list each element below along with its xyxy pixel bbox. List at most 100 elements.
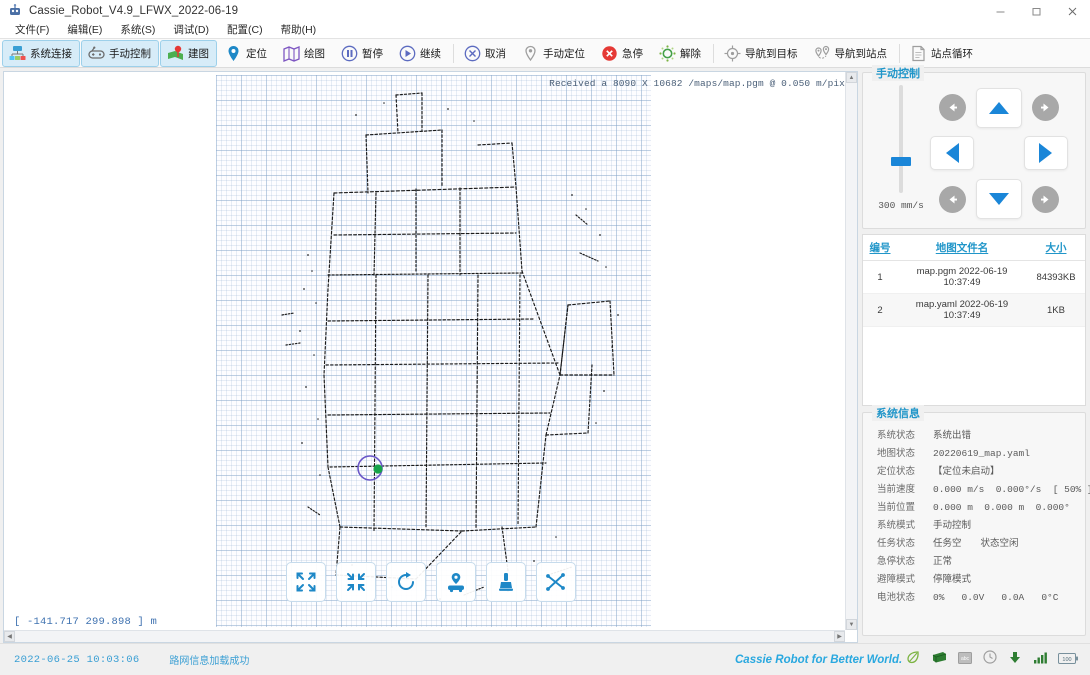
toolbar-button-draw-map[interactable]: 绘图 (276, 40, 333, 67)
system-info-row-system-status: 系统状态 系统出错 (869, 427, 1079, 441)
toolbar-button-release[interactable]: 解除 (652, 40, 709, 67)
main-body: Received a 8090 X 10682 /maps/map.pgm @ … (0, 65, 1090, 643)
map-tool-path-edit[interactable] (535, 562, 576, 602)
toolbar-label: 导航到目标 (745, 47, 798, 60)
toolbar-label: 手动定位 (543, 47, 585, 60)
emergency-stop-icon (600, 44, 619, 63)
set-robot-pose-icon (447, 573, 464, 593)
menu-file[interactable]: 文件(F) (6, 22, 58, 39)
backward-button[interactable] (975, 179, 1022, 220)
signal-icon[interactable] (1033, 651, 1047, 669)
toolbar-button-cancel[interactable]: 取消 (457, 40, 514, 67)
map-tool-rotate-reset[interactable] (385, 562, 426, 602)
scroll-left-arrow[interactable]: ◀ (4, 631, 15, 642)
maximize-button[interactable] (1018, 0, 1054, 22)
toolbar-button-manual-control[interactable]: 手动控制 (81, 39, 159, 67)
map-tool-set-robot-pose[interactable] (435, 562, 476, 602)
toolbar-button-localization[interactable]: 定位 (218, 40, 275, 67)
map-vertical-scrollbar[interactable]: ▲ ▼ (845, 72, 857, 630)
map-file-table[interactable]: 编号 地图文件名 大小 1 map.pgm 2022-06-19 10:37:4… (862, 234, 1086, 406)
zoom-out-fit-icon (296, 572, 315, 592)
map-view[interactable]: Received a 8090 X 10682 /maps/map.pgm @ … (3, 71, 858, 643)
speed-slider-thumb[interactable] (891, 157, 911, 166)
toolbar-button-station-loop[interactable]: 站点循环 (903, 40, 981, 67)
toolbar-label: 定位 (246, 47, 267, 60)
toolbar-separator (713, 43, 714, 63)
app-icon (7, 3, 23, 19)
toolbar-button-manual-localization[interactable]: 手动定位 (515, 40, 593, 67)
svg-text:100: 100 (1062, 657, 1071, 663)
map-tool-eraser[interactable] (485, 562, 526, 602)
toolbar-button-pause[interactable]: 暂停 (334, 40, 391, 67)
column-header-size[interactable]: 大小 (1027, 235, 1085, 261)
eraser-icon (498, 573, 513, 591)
rotate-left-button[interactable] (938, 94, 966, 122)
application-window: Cassie_Robot_V4.9_LFWX_2022-06-19 文件(F) … (0, 0, 1090, 675)
value: 0.000 m/s 0.000°/s [ 50% ] (933, 484, 1090, 495)
table-row[interactable]: 1 map.pgm 2022-06-19 10:37:49 84393KB (863, 260, 1085, 294)
toolbar-button-navigate-to-target[interactable]: 导航到目标 (717, 40, 806, 67)
strafe-right-button[interactable] (1032, 185, 1060, 213)
status-tray: abc 100 (906, 650, 1078, 669)
label: 任务状态 (877, 538, 916, 549)
map-canvas[interactable]: Received a 8090 X 10682 /maps/map.pgm @ … (4, 72, 857, 642)
menu-edit[interactable]: 编辑(E) (58, 22, 111, 39)
label: 系统状态 (877, 430, 916, 441)
system-info-row-current-speed: 当前速度 0.000 m/s 0.000°/s [ 50% ] (869, 481, 1090, 495)
menu-debug[interactable]: 调试(D) (164, 22, 218, 39)
arrow-left-round-icon (949, 103, 957, 112)
toolbar-button-system-connect[interactable]: 系统连接 (2, 39, 80, 67)
toolbar-button-emergency-stop[interactable]: 急停 (594, 40, 651, 67)
minimize-button[interactable] (982, 0, 1018, 22)
download-icon[interactable] (1008, 650, 1022, 669)
cell-filename: map.yaml 2022-06-19 10:37:49 (897, 293, 1027, 327)
speed-slider[interactable] (891, 85, 911, 193)
scroll-right-arrow[interactable]: ▶ (834, 631, 845, 642)
toolbar-button-resume[interactable]: 继续 (392, 40, 449, 67)
toolbar-label: 站点循环 (931, 47, 973, 60)
brand-slogan: Cassie Robot for Better World. (735, 653, 903, 666)
scroll-down-arrow[interactable]: ▼ (846, 619, 857, 630)
table-row[interactable]: 2 map.yaml 2022-06-19 10:37:49 1KB (863, 293, 1085, 327)
system-info-title: 系统信息 (872, 405, 924, 421)
menu-help[interactable]: 帮助(H) (272, 22, 326, 39)
direction-pad (929, 85, 1075, 222)
strafe-left-button[interactable] (938, 185, 966, 213)
map-cursor-coordinates: [ -141.717 299.898 ] m (14, 616, 158, 628)
scroll-up-arrow[interactable]: ▲ (846, 72, 857, 83)
toolbar-separator (899, 43, 900, 63)
manual-control-title: 手动控制 (872, 65, 924, 81)
toolbar-button-mapping[interactable]: 建图 (160, 39, 217, 67)
map-horizontal-scrollbar[interactable]: ◀ ▶ (4, 630, 845, 642)
value: 20220619_map.yaml (933, 448, 1030, 459)
map-tool-zoom-out-fit[interactable] (285, 562, 326, 602)
speed-value-label: 300 mm/s (878, 200, 924, 211)
column-header-filename[interactable]: 地图文件名 (897, 235, 1027, 261)
menu-system[interactable]: 系统(S) (111, 22, 164, 39)
turn-left-button[interactable] (930, 136, 975, 171)
toolbar-button-navigate-to-station[interactable]: 导航到站点 (807, 40, 896, 67)
arrow-down-icon (988, 193, 1009, 206)
rotate-right-button[interactable] (1032, 94, 1060, 122)
robot-pose-marker (356, 454, 390, 493)
arrow-left-round-icon (949, 195, 957, 204)
turn-right-button[interactable] (1023, 136, 1068, 171)
forward-button[interactable] (975, 87, 1022, 128)
battery-icon[interactable]: 100 (1058, 651, 1078, 669)
map-flag-icon (166, 44, 185, 63)
status-bar: 2022-06-25 10:03:06 路网信息加载成功 Cassie Robo… (0, 643, 1090, 675)
value: 系统出错 (933, 430, 972, 441)
column-header-id[interactable]: 编号 (863, 235, 897, 261)
value: 停障模式 (933, 574, 972, 585)
battery-pack-icon[interactable] (931, 650, 947, 669)
navigate-target-icon (723, 44, 742, 63)
screen-icon[interactable]: abc (958, 651, 972, 669)
map-tool-zoom-in-fit[interactable] (335, 562, 376, 602)
value: 【定位未启动】 (933, 466, 1000, 477)
toolbar-label: 建图 (188, 47, 209, 60)
toolbar-label: 绘图 (304, 47, 325, 60)
menu-config[interactable]: 配置(C) (218, 22, 272, 39)
clock-icon[interactable] (983, 650, 997, 669)
leaf-icon[interactable] (906, 650, 920, 669)
close-button[interactable] (1054, 0, 1090, 22)
